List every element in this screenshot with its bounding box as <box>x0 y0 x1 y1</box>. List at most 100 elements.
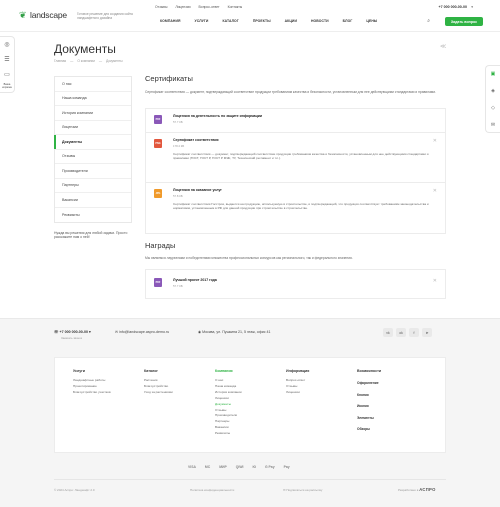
breadcrumb-item[interactable]: О компании <box>77 59 95 63</box>
apple-pay-icon: Pay <box>283 465 290 469</box>
sidebar-item[interactable]: Наша команда <box>55 92 131 106</box>
leaf-icon: ❦ <box>19 9 27 20</box>
document-item[interactable]: JPG Лицензия на оказание услуг 57.8 КБ С… <box>146 183 445 233</box>
breadcrumb-separator: — <box>98 59 103 63</box>
footer-link[interactable]: Кнопки <box>357 390 381 402</box>
footer-link[interactable]: Реквизиты <box>215 431 242 437</box>
qiwi-icon: QIWI <box>235 465 244 469</box>
chevron-down-icon: ▾ <box>88 330 91 334</box>
sidebar-item[interactable]: Производители <box>55 164 131 179</box>
document-name[interactable]: Лицензия на деятельность по защите инфор… <box>173 114 437 118</box>
footer-column-info: Информация Вопрос-ответ Отзывы Лицензии <box>286 369 310 396</box>
cart-label[interactable]: Ваша корзина <box>0 83 14 90</box>
footer-divider <box>54 479 446 480</box>
header-phone[interactable]: +7 000 000-00-00 <box>439 5 467 9</box>
site-header: ❦ landscape Готовое решение для создания… <box>17 2 483 32</box>
breadcrumb-separator: — <box>70 59 74 63</box>
footer-link[interactable]: Лицензии <box>286 390 309 396</box>
section-description: Сертификат соответствия — документ, подт… <box>145 90 436 94</box>
footer-link[interactable]: Элементы <box>357 413 381 425</box>
sidebar-item-active[interactable]: Документы <box>54 135 131 150</box>
sidebar-item[interactable]: Лицензии <box>55 121 131 135</box>
footer-link[interactable]: История компании <box>215 390 242 396</box>
document-description: Сертификат соответствия Госстроя, выдает… <box>173 201 429 210</box>
facebook-icon[interactable]: f <box>409 328 419 337</box>
footer-phone[interactable]: ☏ +7 000 000-00-00 ▾ <box>54 330 91 334</box>
chat-icon[interactable]: ▣ <box>489 69 498 78</box>
logo[interactable]: ❦ landscape <box>19 10 67 20</box>
nav-item[interactable]: Блог <box>336 19 360 23</box>
main-nav: Компания Услуги Каталог Проекты Акции Но… <box>153 19 384 23</box>
nav-item[interactable]: Каталог <box>215 19 245 23</box>
document-item[interactable]: PDF Лучший проект 2017 года 57.7 КБ ✕ <box>146 270 445 298</box>
document-item[interactable]: PDF Лицензия на деятельность по защите и… <box>146 109 445 133</box>
compare-icon[interactable]: ◈ <box>489 86 498 95</box>
chevron-down-icon[interactable]: ▾ <box>471 5 473 9</box>
vk-icon[interactable]: vk <box>383 328 393 337</box>
footer-link[interactable]: Обзоры <box>357 424 381 436</box>
favorites-icon[interactable]: ◇ <box>489 103 498 112</box>
ask-question-button[interactable]: Задать вопрос <box>445 17 483 26</box>
footer-link[interactable]: Иконки <box>357 401 381 413</box>
collapse-icon[interactable]: ✕ <box>433 138 437 144</box>
sidebar-item[interactable]: Партнеры <box>55 179 131 193</box>
nav-item[interactable]: Новости <box>304 19 336 23</box>
search-icon[interactable]: ⌕ <box>427 18 430 24</box>
document-size: 57.7 КБ <box>173 119 183 124</box>
privacy-policy-link[interactable]: Политика конфиденциальности <box>190 488 234 492</box>
collapse-icon[interactable]: ✕ <box>433 278 437 284</box>
section-description: Мы являемся лауреатами и победителями мн… <box>145 256 353 260</box>
document-size: 57.8 КБ <box>173 193 183 198</box>
document-name[interactable]: Лучший проект 2017 года <box>173 278 437 282</box>
currency-icon[interactable]: ◎ <box>2 39 12 49</box>
footer-menu: Услуги Ландшафтные работы Проектирование… <box>54 357 446 453</box>
top-link[interactable]: Контакты <box>228 5 243 9</box>
settings-icon[interactable]: ☰ <box>2 54 12 64</box>
nav-item[interactable]: Компания <box>153 19 188 23</box>
cart-icon[interactable]: ▭ <box>2 69 12 79</box>
nav-item[interactable]: Услуги <box>188 19 216 23</box>
footer-email[interactable]: ✉ info@landscape.aspro-demo.ru <box>115 330 169 334</box>
footer-link[interactable]: Уход за растениями <box>144 390 173 396</box>
social-links: vk ok f ➤ <box>383 328 432 337</box>
telegram-icon[interactable]: ➤ <box>422 328 432 337</box>
breadcrumb-item[interactable]: Главная <box>54 59 66 63</box>
sidebar-item[interactable]: Вакансии <box>55 193 131 208</box>
sidebar-note: Нужда вы решения для любой задачи. Прост… <box>54 231 128 240</box>
mail-icon[interactable]: ✉ <box>489 120 498 129</box>
document-name[interactable]: Лицензия на оказание услуг <box>173 188 437 192</box>
share-icon[interactable]: ≪ <box>440 43 446 50</box>
sidebar-item[interactable]: Реквизиты <box>55 208 131 223</box>
tagline: Готовое решение для создания сайта ландш… <box>77 12 133 20</box>
developer-credit[interactable]: Разработано в АСПРО <box>398 487 436 492</box>
footer-address: ◉ Москва, ул. Пушкина 21, 5 этаж, офис 4… <box>198 330 271 334</box>
document-name[interactable]: Сертификат соответствия <box>173 138 437 142</box>
google-pay-icon: G Pay <box>264 465 275 469</box>
sidebar-item[interactable]: Отзывы <box>55 150 131 164</box>
footer-column-services: Услуги Ландшафтные работы Проектирование… <box>73 369 111 396</box>
document-item[interactable]: PNG Сертификат соответствия 178.2 КБ Сер… <box>146 133 445 183</box>
top-link[interactable]: Отзывы <box>155 5 167 9</box>
callback-link[interactable]: Заказать звонок <box>61 336 82 340</box>
page-title: Документы <box>54 42 116 56</box>
nav-item[interactable]: Акции <box>278 19 304 23</box>
top-link[interactable]: Вопрос-ответ <box>199 5 220 9</box>
footer-link[interactable]: Благоустройство участков <box>73 390 111 396</box>
footer-column-company: Компания О нас Наша команда История комп… <box>215 369 242 437</box>
header-divider <box>0 31 500 32</box>
document-size: 178.2 КБ <box>173 143 185 148</box>
nav-item[interactable]: Цены <box>359 19 384 23</box>
nav-item[interactable]: Проекты <box>246 19 278 23</box>
subscribe-link[interactable]: ✉ Подписаться на рассылку <box>283 488 322 492</box>
mir-icon: МИР <box>219 465 227 469</box>
visa-icon: VISA <box>188 465 196 469</box>
document-size: 57.7 КБ <box>173 283 183 288</box>
footer-link[interactable]: Оформление <box>357 378 381 390</box>
top-link[interactable]: Лицензии <box>175 5 190 9</box>
section-title-awards: Награды <box>145 241 176 250</box>
ok-icon[interactable]: ok <box>396 328 406 337</box>
sidebar-item[interactable]: История компании <box>55 106 131 121</box>
sidebar-item[interactable]: О нас <box>55 77 131 92</box>
collapse-icon[interactable]: ✕ <box>433 188 437 194</box>
pdf-file-icon: PDF <box>154 278 162 287</box>
